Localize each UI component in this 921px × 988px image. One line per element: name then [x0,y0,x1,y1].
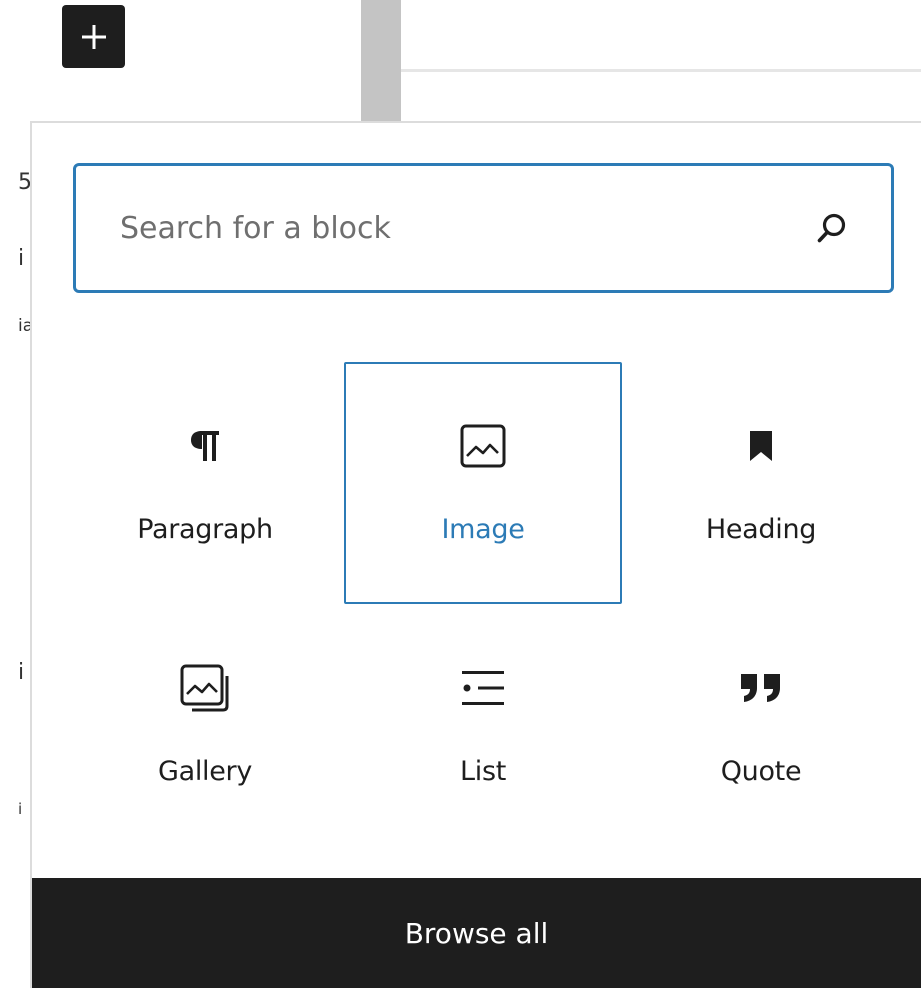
block-inserter-popover: Paragraph Image Heading [30,121,921,988]
block-label: Heading [705,514,817,545]
block-label: Quote [720,756,802,787]
block-item-paragraph[interactable]: Paragraph [66,362,344,604]
list-icon [462,671,504,705]
block-item-list[interactable]: List [344,604,622,846]
plus-icon [81,24,106,49]
background-text-fragment: i [18,800,23,818]
block-label: Image [441,514,525,545]
background-text-fragment: i [18,660,25,685]
editor-divider [401,69,921,72]
background-text-fragment: i [18,246,25,271]
add-block-toggle-button[interactable] [62,5,125,68]
block-item-heading[interactable]: Heading [622,362,900,604]
block-item-image[interactable]: Image [344,362,622,604]
block-label: Paragraph [137,514,273,545]
block-search[interactable] [73,163,894,293]
browse-all-button[interactable]: Browse all [32,878,921,988]
heading-icon [750,431,772,461]
search-icon[interactable] [813,209,851,247]
editor-canvas: 5 i ia i i Paragraph [0,0,921,988]
gallery-icon [180,664,229,712]
block-label: List [460,756,506,787]
quote-icon [741,674,780,702]
block-item-quote[interactable]: Quote [622,604,900,846]
paragraph-icon [191,431,219,461]
editor-scrollbar[interactable] [361,0,401,122]
search-input[interactable] [120,210,813,246]
image-icon [460,424,506,468]
block-label: Gallery [157,756,253,787]
block-item-gallery[interactable]: Gallery [66,604,344,846]
block-list: Paragraph Image Heading Gallery List Quo… [66,362,900,846]
